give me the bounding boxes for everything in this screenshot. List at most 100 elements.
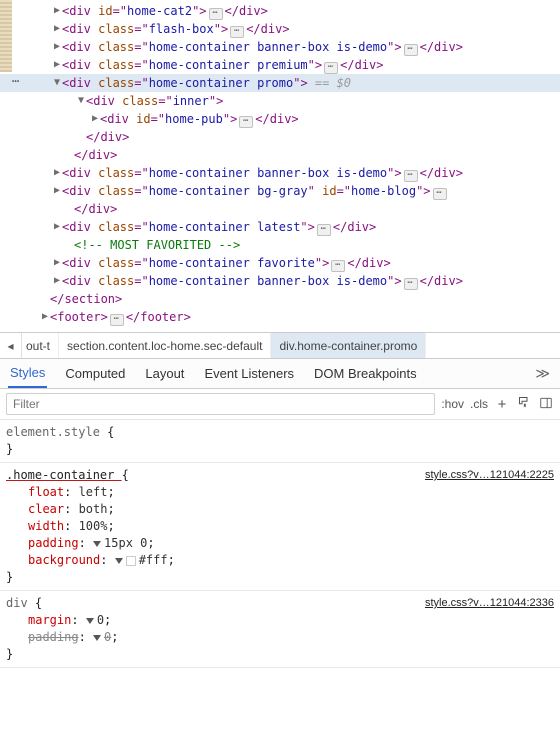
- css-rule-block: .home-container {style.css?v…121044:2225…: [0, 463, 560, 591]
- styles-filter-input[interactable]: [6, 393, 435, 415]
- chevron-right-icon[interactable]: ▶: [52, 218, 62, 236]
- chevron-right-icon[interactable]: ▶: [52, 20, 62, 38]
- dom-tree-row[interactable]: ▶<div class="home-container banner-box i…: [0, 272, 560, 290]
- expand-children-button[interactable]: ⋯: [331, 260, 345, 272]
- dom-tree-row[interactable]: ▶</div>: [0, 146, 560, 164]
- dom-node-label: <footer>⋯</footer>: [50, 308, 191, 326]
- chevron-left-icon: ◂: [7, 339, 13, 353]
- dom-node-label: <div class="home-container banner-box is…: [62, 38, 463, 56]
- toggle-sidebar-icon[interactable]: [538, 396, 554, 413]
- dom-tree-row[interactable]: ▶</div>: [0, 200, 560, 218]
- chevron-right-icon[interactable]: ▶: [52, 2, 62, 20]
- breadcrumb-item[interactable]: section.content.loc-home.sec-default: [59, 333, 271, 358]
- chevron-right-icon[interactable]: ▶: [40, 308, 50, 326]
- dom-node-label: <div class="home-container promo"> == $0: [62, 74, 351, 92]
- expand-children-button[interactable]: ⋯: [317, 224, 331, 236]
- dom-tree-row[interactable]: ▶<div class="home-container latest">⋯</d…: [0, 218, 560, 236]
- ellipsis-icon[interactable]: ⋯: [8, 77, 24, 89]
- dom-node-label: </div>: [86, 128, 129, 146]
- styles-tab[interactable]: Computed: [63, 359, 127, 388]
- chevron-right-icon[interactable]: ▶: [52, 38, 62, 56]
- expand-children-button[interactable]: ⋯: [404, 44, 418, 56]
- styles-tab[interactable]: Event Listeners: [202, 359, 296, 388]
- expand-children-button[interactable]: ⋯: [404, 278, 418, 290]
- styles-tab[interactable]: Styles: [8, 359, 47, 388]
- css-selector[interactable]: element.style: [6, 425, 107, 439]
- css-declaration[interactable]: width: 100%;: [6, 518, 554, 535]
- stylesheet-source-link[interactable]: style.css?v…121044:2225: [425, 467, 554, 484]
- expand-shorthand-icon[interactable]: [115, 558, 123, 564]
- breadcrumb-item[interactable]: out-t: [22, 333, 59, 358]
- css-declaration[interactable]: padding: 15px 0;: [6, 535, 554, 552]
- expand-children-button[interactable]: ⋯: [230, 26, 244, 38]
- expand-children-button[interactable]: ⋯: [433, 188, 447, 200]
- expand-children-button[interactable]: ⋯: [209, 8, 223, 20]
- dom-node-label: <div class="home-container favorite">⋯</…: [62, 254, 391, 272]
- styles-tab[interactable]: Layout: [143, 359, 186, 388]
- dom-tree-row[interactable]: ▶<div class="home-container favorite">⋯<…: [0, 254, 560, 272]
- dom-node-label: </div>: [74, 146, 117, 164]
- dom-tree-row[interactable]: ▶</div>: [0, 128, 560, 146]
- dom-node-label: </section>: [50, 290, 122, 308]
- expand-shorthand-icon[interactable]: [93, 635, 101, 641]
- chevron-right-icon[interactable]: ▶: [90, 110, 100, 128]
- chevron-right-icon[interactable]: ▶: [52, 56, 62, 74]
- css-selector[interactable]: div: [6, 596, 35, 610]
- css-rule-block: div {style.css?v…121044:2336margin: 0;pa…: [0, 591, 560, 668]
- css-declaration[interactable]: padding: 0;: [6, 629, 554, 646]
- dom-tree-row[interactable]: ▶<!-- MOST FAVORITED -->: [0, 236, 560, 254]
- dom-tree-row[interactable]: ▶</section>: [0, 290, 560, 308]
- dom-tree-row[interactable]: ▶<div class="home-container bg-gray" id=…: [0, 182, 560, 200]
- stylesheet-source-link[interactable]: style.css?v…121044:2336: [425, 595, 554, 612]
- chevron-right-icon[interactable]: ▶: [52, 272, 62, 290]
- expand-shorthand-icon[interactable]: [86, 618, 94, 624]
- css-selector[interactable]: .home-container: [6, 468, 122, 482]
- expand-children-button[interactable]: ⋯: [404, 170, 418, 182]
- breadcrumb-scroll-left[interactable]: ◂: [0, 333, 22, 358]
- tabs-overflow-button[interactable]: ≫: [535, 365, 552, 382]
- styles-tabs-bar: Styles Computed Layout Event Listeners DOM B…: [0, 359, 560, 389]
- overflow-icon: ≫: [535, 365, 552, 381]
- chevron-down-icon[interactable]: ▼: [76, 92, 86, 110]
- dom-tree-row[interactable]: ▶<footer>⋯</footer>: [0, 308, 560, 326]
- dom-tree-row[interactable]: ▶<div class="home-container banner-box i…: [0, 38, 560, 56]
- dom-node-label: <div class="home-container premium">⋯</d…: [62, 56, 383, 74]
- expand-children-button[interactable]: ⋯: [110, 314, 124, 326]
- expand-children-button[interactable]: ⋯: [239, 116, 253, 128]
- chevron-right-icon[interactable]: ▶: [52, 254, 62, 272]
- chevron-right-icon[interactable]: ▶: [52, 182, 62, 200]
- color-swatch[interactable]: [126, 556, 136, 566]
- styles-tab[interactable]: DOM Breakpoints: [312, 359, 419, 388]
- dom-node-label: <div id="home-pub">⋯</div>: [100, 110, 299, 128]
- breadcrumb-item[interactable]: div.home-container.promo: [271, 333, 426, 358]
- chevron-right-icon[interactable]: ▶: [52, 164, 62, 182]
- dom-tree-row[interactable]: ⋯ ▼<div class="home-container promo"> == …: [0, 74, 560, 92]
- dom-tree-row[interactable]: ▶<div id="home-cat2">⋯</div>: [0, 2, 560, 20]
- breadcrumb: ◂ out-tsection.content.loc-home.sec-defa…: [0, 332, 560, 359]
- toggle-hover-states[interactable]: :hov: [441, 397, 464, 411]
- css-declaration[interactable]: margin: 0;: [6, 612, 554, 629]
- dom-tree-row[interactable]: ▶<div class="flash-box">⋯</div>: [0, 20, 560, 38]
- dom-node-label: <div id="home-cat2">⋯</div>: [62, 2, 268, 20]
- css-declaration[interactable]: background: #fff;: [6, 552, 554, 569]
- dom-node-label: <div class="home-container bg-gray" id="…: [62, 182, 449, 200]
- styles-toolbar: :hov .cls +: [0, 389, 560, 420]
- dom-tree-row[interactable]: ▶<div class="home-container banner-box i…: [0, 164, 560, 182]
- chevron-down-icon[interactable]: ▼: [52, 74, 62, 92]
- expand-shorthand-icon[interactable]: [93, 541, 101, 547]
- dom-node-label: <div class="home-container latest">⋯</di…: [62, 218, 376, 236]
- new-style-rule-button[interactable]: +: [494, 396, 510, 413]
- toggle-classes[interactable]: .cls: [470, 397, 488, 411]
- dom-node-label: <div class="home-container banner-box is…: [62, 164, 463, 182]
- expand-children-button[interactable]: ⋯: [324, 62, 338, 74]
- dom-tree-row[interactable]: ▼<div class="inner">: [0, 92, 560, 110]
- css-declaration[interactable]: clear: both;: [6, 501, 554, 518]
- dom-node-label: <div class="home-container banner-box is…: [62, 272, 463, 290]
- paint-brush-icon[interactable]: [516, 395, 532, 413]
- styles-pane: element.style {}.home-container {style.c…: [0, 420, 560, 668]
- dom-node-label: <!-- MOST FAVORITED -->: [74, 236, 240, 254]
- css-declaration[interactable]: float: left;: [6, 484, 554, 501]
- dom-tree-row[interactable]: ▶<div id="home-pub">⋯</div>: [0, 110, 560, 128]
- dom-tree-row[interactable]: ▶<div class="home-container premium">⋯</…: [0, 56, 560, 74]
- dom-node-label: </div>: [74, 200, 117, 218]
